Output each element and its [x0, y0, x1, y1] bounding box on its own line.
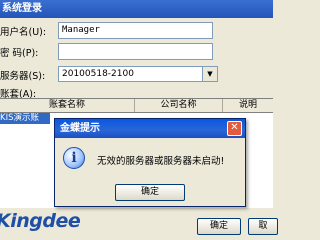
- column-header-company-name[interactable]: 公司名称: [135, 99, 223, 112]
- info-icon: i: [63, 147, 85, 169]
- chevron-down-icon[interactable]: ▼: [202, 67, 217, 81]
- dialog-title: 金蝶提示: [60, 123, 100, 134]
- account-name-cell: KIS演示账: [0, 113, 39, 123]
- kingdee-logo: Kingdee: [0, 210, 81, 232]
- footer-bar: Kingdee 确定 取: [0, 208, 278, 239]
- close-icon[interactable]: ✕: [227, 121, 242, 136]
- username-field[interactable]: Manager: [58, 22, 213, 39]
- ok-button[interactable]: 确定: [197, 218, 241, 235]
- dialog-ok-button[interactable]: 确定: [115, 184, 185, 201]
- column-header-account-name[interactable]: 账套名称: [0, 99, 135, 112]
- grid-header: 账套名称 公司名称 说明: [0, 99, 273, 113]
- dialog-message: 无效的服务器或服务器未启动!: [97, 156, 225, 167]
- column-header-description[interactable]: 说明: [223, 99, 273, 112]
- dialog-title-bar: 金蝶提示: [55, 119, 245, 138]
- cancel-button[interactable]: 取: [248, 218, 278, 235]
- server-label: 服务器(S):: [0, 71, 46, 82]
- server-select[interactable]: 20100518-2100 ▼: [58, 66, 218, 82]
- user-label: 用户名(U):: [0, 27, 47, 38]
- window-title-bar: 系统登录: [0, 0, 273, 18]
- server-value: 20100518-2100: [62, 69, 134, 79]
- password-label: 密 码(P):: [0, 48, 39, 59]
- alert-dialog: 金蝶提示 ✕ i 无效的服务器或服务器未启动! 确定: [54, 118, 246, 207]
- table-row[interactable]: KIS演示账: [0, 113, 50, 124]
- window-title: 系统登录: [2, 3, 42, 14]
- password-field[interactable]: [58, 43, 213, 60]
